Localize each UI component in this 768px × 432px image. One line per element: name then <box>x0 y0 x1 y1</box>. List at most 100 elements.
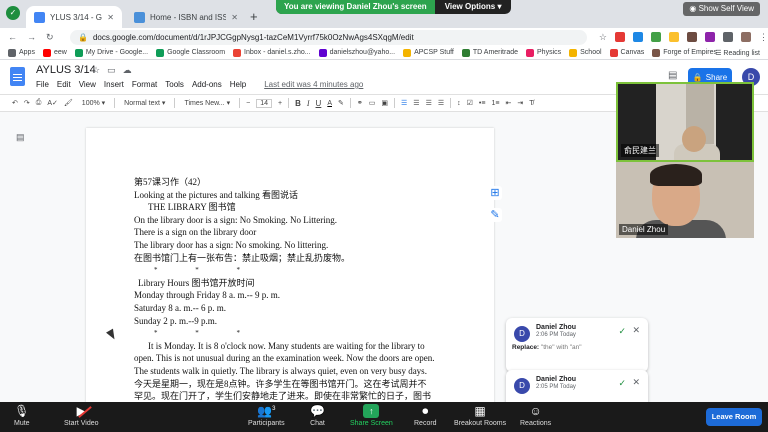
justify-icon[interactable]: ☰ <box>438 99 444 107</box>
redo-icon[interactable]: ↷ <box>24 99 30 107</box>
bullet-list-icon[interactable]: •≡ <box>479 100 486 107</box>
align-left-icon[interactable]: ☰ <box>401 99 407 107</box>
numbered-list-icon[interactable]: 1≡ <box>491 100 499 107</box>
menu-addons[interactable]: Add-ons <box>192 80 222 89</box>
bookmark-item[interactable]: TD Ameritrade <box>461 48 518 57</box>
zoom-select[interactable]: 100% ▾ <box>79 99 108 107</box>
breakout-rooms-button[interactable]: ▦ Breakout Rooms <box>454 404 506 427</box>
accept-icon[interactable]: ✓ <box>618 378 626 389</box>
decrease-indent-icon[interactable]: ⇤ <box>505 99 511 107</box>
show-self-view-button[interactable]: ◉ Show Self View <box>683 2 760 16</box>
increase-indent-icon[interactable]: ⇥ <box>517 99 523 107</box>
increase-size-icon[interactable]: + <box>278 100 282 107</box>
extension-icon[interactable] <box>633 32 643 42</box>
menu-tools[interactable]: Tools <box>165 80 184 89</box>
puzzle-icon[interactable] <box>723 32 733 42</box>
mute-button[interactable]: 🎙 Mute <box>14 404 30 427</box>
reactions-button[interactable]: ☺ Reactions <box>520 404 551 427</box>
highlight-icon[interactable]: ✎ <box>338 99 344 107</box>
star-icon[interactable]: ☆ <box>92 65 100 76</box>
bookmark-item[interactable]: My Drive - Google... <box>74 48 148 57</box>
underline-button[interactable]: U <box>316 99 322 108</box>
accept-icon[interactable]: ✓ <box>618 326 626 337</box>
tab-isbn[interactable]: Home - ISBN and ISSN Systems ✕ <box>126 6 246 28</box>
video-tile-self[interactable]: Daniel Zhou <box>616 162 754 238</box>
last-edit-link[interactable]: Last edit was 4 minutes ago <box>264 80 363 89</box>
document-body[interactable]: 第57课习作（42） Looking at the pictures and t… <box>134 176 464 403</box>
move-folder-icon[interactable]: ▭ <box>107 65 116 76</box>
bookmark-item[interactable]: Google Classroom <box>156 48 225 57</box>
bookmark-item[interactable]: APCSP Stuff <box>403 48 454 57</box>
participants-button[interactable]: 👥3 Participants <box>248 404 285 427</box>
leave-room-button[interactable]: Leave Room <box>706 408 762 426</box>
extension-icon[interactable] <box>615 32 625 42</box>
reading-list-button[interactable]: ☰ Reading list <box>715 49 760 57</box>
extension-icon[interactable] <box>669 32 679 42</box>
menu-dots-icon[interactable]: ⋮ <box>759 32 768 43</box>
start-video-button[interactable]: ▶ Start Video <box>64 404 99 427</box>
menu-edit[interactable]: Edit <box>57 80 71 89</box>
image-icon[interactable]: ▣ <box>381 99 388 107</box>
font-size-input[interactable]: 14 <box>256 98 272 108</box>
bookmark-item[interactable]: eew <box>42 48 67 57</box>
lock-icon[interactable]: 🔒 <box>78 33 88 42</box>
bookmark-item[interactable]: Physics <box>526 48 561 57</box>
star-icon[interactable]: ☆ <box>599 32 607 43</box>
url-bar[interactable]: 🔒 docs.google.com/document/d/1rJPJCGgpNy… <box>70 29 587 45</box>
align-center-icon[interactable]: ☰ <box>413 99 419 107</box>
extension-icon[interactable] <box>705 32 715 42</box>
docs-logo-icon[interactable] <box>10 67 25 86</box>
shield-icon[interactable]: ✓ <box>6 6 20 20</box>
cloud-icon[interactable]: ☁ <box>123 65 132 76</box>
bookmark-item[interactable]: Apps <box>8 48 35 57</box>
comment-history-icon[interactable]: ▤ <box>668 70 677 81</box>
tab-docs[interactable]: YLUS 3/14 - Google Docs ✕ <box>26 6 122 28</box>
reject-icon[interactable]: ✕ <box>632 377 640 388</box>
menu-help[interactable]: Help <box>230 80 246 89</box>
undo-icon[interactable]: ↶ <box>12 99 18 107</box>
menu-file[interactable]: File <box>36 80 49 89</box>
extension-icon[interactable] <box>651 32 661 42</box>
bookmark-item[interactable]: Canvas <box>609 48 644 57</box>
text-color-icon[interactable]: A <box>327 100 332 107</box>
suggest-edits-icon[interactable]: ✎ <box>488 208 502 222</box>
print-icon[interactable]: ⎙ <box>36 99 42 107</box>
video-tile-participant[interactable]: 俞民建兰 <box>616 82 754 162</box>
font-select[interactable]: Times New... ▾ <box>181 99 233 107</box>
profile-avatar[interactable] <box>741 32 751 42</box>
menu-view[interactable]: View <box>79 80 96 89</box>
spellcheck-icon[interactable]: A✓ <box>47 99 58 107</box>
reload-icon[interactable]: ↻ <box>46 32 54 43</box>
view-options-button[interactable]: View Options ▾ <box>435 0 512 14</box>
link-icon[interactable]: ⚭ <box>357 99 363 107</box>
chat-button[interactable]: 💬 Chat <box>310 404 325 427</box>
forward-icon[interactable]: → <box>27 32 36 43</box>
bookmark-item[interactable]: Inbox - daniel.s.zho... <box>233 48 311 57</box>
italic-button[interactable]: I <box>307 99 310 108</box>
record-button[interactable]: ⏺ Record <box>414 404 437 427</box>
new-tab-button[interactable]: + <box>250 9 258 24</box>
bookmark-item[interactable]: danielszhou@yaho... <box>318 48 395 57</box>
line-spacing-icon[interactable]: ↕ <box>457 100 461 107</box>
align-right-icon[interactable]: ☰ <box>426 99 432 107</box>
extension-icon[interactable] <box>687 32 697 42</box>
paint-format-icon[interactable]: 🖌 <box>64 99 73 107</box>
share-screen-button[interactable]: ↑ Share Screen <box>350 404 393 427</box>
doc-title[interactable]: AYLUS 3/14 <box>36 64 96 76</box>
reject-icon[interactable]: ✕ <box>632 325 640 336</box>
close-tab-icon[interactable]: ✕ <box>107 13 114 22</box>
comment-card[interactable]: D Daniel Zhou 2:06 PM Today ✓ ✕ Replace:… <box>506 318 648 372</box>
menu-format[interactable]: Format <box>132 80 157 89</box>
comment-icon[interactable]: ▭ <box>369 99 376 107</box>
outline-icon[interactable]: ▤ <box>16 132 25 143</box>
style-select[interactable]: Normal text ▾ <box>121 99 168 107</box>
document-page[interactable]: 第57课习作（42） Looking at the pictures and t… <box>86 128 494 408</box>
add-comment-icon[interactable]: ⊞ <box>488 186 502 200</box>
back-icon[interactable]: ← <box>8 32 17 43</box>
menu-insert[interactable]: Insert <box>104 80 124 89</box>
close-tab-icon[interactable]: ✕ <box>231 13 238 22</box>
checklist-icon[interactable]: ☑ <box>467 99 473 107</box>
bold-button[interactable]: B <box>295 99 301 108</box>
bookmark-item[interactable]: School <box>569 48 602 57</box>
bookmark-item[interactable]: Forge of Empires <box>652 48 717 57</box>
